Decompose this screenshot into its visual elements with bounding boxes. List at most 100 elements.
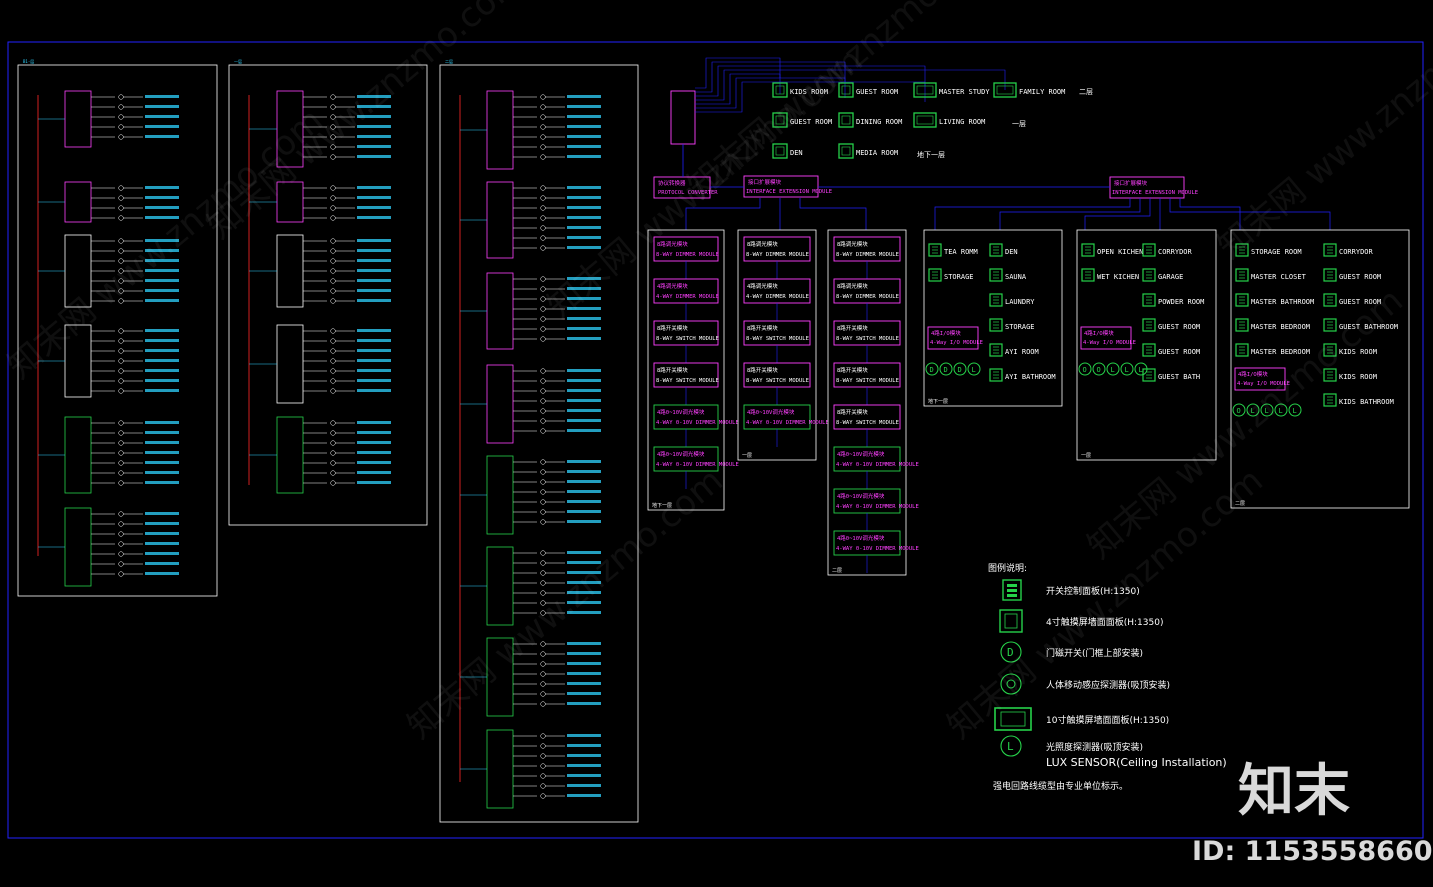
module-en: 8-WAY SWITCH MODULE [836, 336, 899, 342]
extension-cn: 接口扩展模块 [748, 178, 782, 186]
svg-text:O: O [1083, 366, 1087, 374]
room-label: WET KICHEN [1097, 273, 1139, 281]
brand-id: ID: 1153558660 [1192, 836, 1433, 867]
touch-panel-icon [838, 143, 854, 159]
breaker-module [486, 90, 514, 170]
extension-cn: 接口扩展模块 [1114, 179, 1148, 187]
svg-text:D: D [930, 366, 934, 374]
module-en: 8-WAY SWITCH MODULE [656, 378, 719, 384]
io-en: 4-Way I/O MODULE [1083, 340, 1136, 346]
module-en: 8-WAY DIMMER MODULE [746, 252, 809, 258]
svg-text:L: L [972, 366, 976, 374]
breaker-module [64, 90, 92, 148]
module-en: 8-WAY DIMMER MODULE [656, 252, 719, 258]
breaker-module [276, 324, 304, 404]
breaker-module [64, 507, 92, 587]
module-cn: 4路0~10V调光模块 [837, 534, 885, 542]
legend-item-text: 光照度探测器(吸顶安装) [1046, 741, 1143, 753]
legend-item-text: 人体移动感应探测器(吸顶安装) [1046, 679, 1170, 691]
module-en: 4-WAY 0-10V DIMMER MODULE [836, 546, 919, 552]
module-en: 4-WAY 0-10V DIMMER MODULE [836, 462, 919, 468]
legend-item-text: 10寸触摸屏墙面面板(H:1350) [1046, 714, 1169, 726]
room-label: STORAGE ROOM [1251, 248, 1302, 256]
module-en: 4-WAY 0-10V DIMMER MODULE [746, 420, 829, 426]
watermark-text: 知末网 www.znzmo.com [400, 460, 731, 746]
touch-controller [670, 90, 696, 145]
touch-panel-room-label: DEN [790, 149, 803, 157]
cad-drawing-canvas: B1-层 一层 二层 KIDS ROOM GUEST ROOM MASTER STUDY… [0, 0, 1433, 867]
room-label: CORRYDOR [1158, 248, 1193, 256]
breaker-module [64, 181, 92, 223]
touch-panel-room-label: FAMILY ROOM [1019, 88, 1065, 96]
room-label: KIDS BATHROOM [1339, 398, 1394, 406]
watermark-text: 知末网 www.znzmo.com [1080, 280, 1411, 566]
svg-text:D: D [958, 366, 962, 374]
room-label: GUEST BATH [1158, 373, 1200, 381]
room-label: SAUNA [1005, 273, 1027, 281]
breaker-module [486, 364, 514, 444]
svg-text:L: L [1007, 740, 1014, 753]
module-cn: 8路开关模块 [657, 366, 688, 374]
floor-label-2f: 二层 [1079, 88, 1093, 96]
room-label: GUEST ROOM [1158, 323, 1200, 331]
room-label: POWDER ROOM [1158, 298, 1204, 306]
room-label: GARAGE [1158, 273, 1183, 281]
floor-label-1f: 一层 [1012, 120, 1026, 128]
lux-sensor-icon: L [1000, 735, 1022, 757]
module-en: 8-WAY SWITCH MODULE [836, 378, 899, 384]
io-cn: 4路I/O模块 [1238, 370, 1268, 378]
room-label: OPEN KICHEN [1097, 248, 1143, 256]
module-cn: 8路开关模块 [837, 366, 868, 374]
io-en: 4-Way I/O MODULE [930, 340, 983, 346]
breaker-module [486, 455, 514, 535]
module-en: 8-WAY DIMMER MODULE [836, 294, 899, 300]
module-en: 8-WAY SWITCH MODULE [746, 378, 809, 384]
switch-panel-icon [1002, 579, 1022, 601]
room-label: AYI BATHROOM [1005, 373, 1056, 381]
module-cn: 8路开关模块 [837, 324, 868, 332]
module-en: 8-WAY SWITCH MODULE [836, 420, 899, 426]
breaker-module [486, 546, 514, 626]
room-label: MASTER BEDROOM [1251, 323, 1310, 331]
legend-title: 图例说明: [988, 562, 1027, 574]
svg-text:O: O [1097, 366, 1101, 374]
room-label: CORRYDOR [1339, 248, 1374, 256]
module-cn: 4路0~10V调光模块 [747, 408, 795, 416]
breaker-module [486, 729, 514, 809]
breaker-module [486, 181, 514, 259]
svg-text:L: L [1111, 366, 1115, 374]
touch-panel-icon [838, 112, 854, 128]
room-label: DEN [1005, 248, 1018, 256]
touch-panel-room-label: GUEST ROOM [856, 88, 898, 96]
extension-en: INTERFACE EXTENSION MODULE [746, 189, 832, 195]
module-cn: 4路0~10V调光模块 [837, 492, 885, 500]
module-cn: 8路开关模块 [657, 324, 688, 332]
module-column-floor: 一层 [742, 453, 752, 459]
io-cn: 4路I/O模块 [1084, 329, 1114, 337]
breaker-module [276, 234, 304, 308]
watermark-text: 知末网 www.znzmo.com [1210, 0, 1433, 267]
room-label: STORAGE [944, 273, 974, 281]
module-en: 4-WAY 0-10V DIMMER MODULE [656, 420, 739, 426]
room-label: GUEST ROOM [1339, 273, 1381, 281]
watermark-text: 知末网 www.znzmo.com [0, 100, 331, 386]
module-cn: 8路开关模块 [747, 366, 778, 374]
touch-panel-room-label: LIVING ROOM [939, 118, 985, 126]
room-group-floor: 一层 [1081, 453, 1091, 459]
room-label: LAUNDRY [1005, 298, 1035, 306]
module-en: 4-WAY 0-10V DIMMER MODULE [836, 504, 919, 510]
module-cn: 4路0~10V调光模块 [657, 408, 705, 416]
watermark-text: 知末网 www.znzmo.com [200, 0, 531, 247]
module-en: 8-WAY SWITCH MODULE [746, 336, 809, 342]
touch-panel-room-label: MEDIA ROOM [856, 149, 898, 157]
module-cn: 4路0~10V调光模块 [657, 450, 705, 458]
room-label: MASTER CLOSET [1251, 273, 1307, 281]
breaker-module [276, 416, 304, 494]
legend-note: 强电回路线缆型由专业单位标示。 [993, 780, 1128, 792]
breaker-module [64, 416, 92, 494]
module-cn: 8路调光模块 [837, 282, 868, 290]
module-en: 4-WAY DIMMER MODULE [746, 294, 809, 300]
module-cn: 8路开关模块 [837, 408, 868, 416]
module-cn: 8路调光模块 [837, 240, 868, 248]
touch-panel-4-icon [999, 609, 1023, 633]
